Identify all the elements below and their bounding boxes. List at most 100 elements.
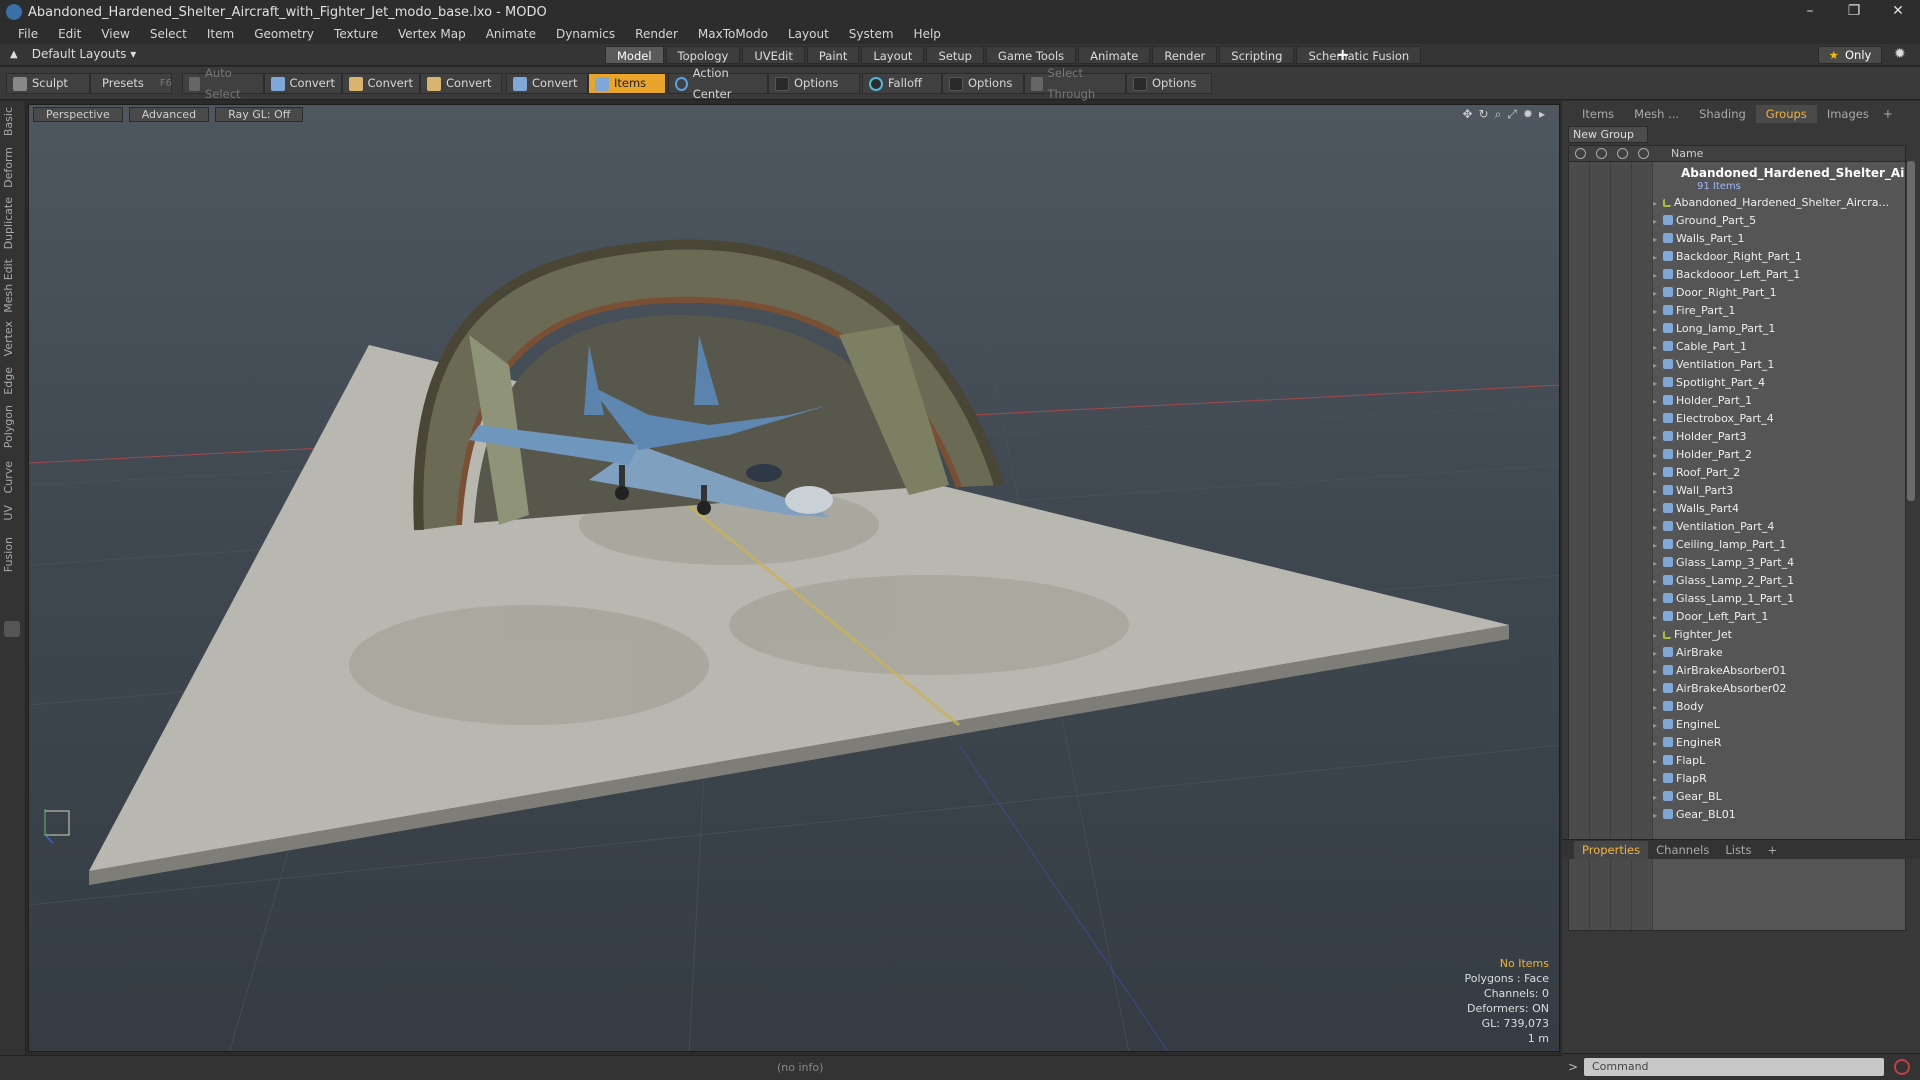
convert-button-3[interactable]: Convert (420, 73, 502, 94)
tab-mesh-edit[interactable]: Mesh Edit (2, 259, 24, 313)
expand-arrow-icon[interactable]: ▸ (1653, 411, 1663, 428)
list-item[interactable]: ▸ Wall_Part3 (1653, 482, 1903, 500)
gear-icon[interactable]: ✹ (1894, 46, 1906, 62)
menu-file[interactable]: File (8, 24, 48, 44)
menu-vertex-map[interactable]: Vertex Map (388, 24, 476, 44)
collapse-arrow-icon[interactable]: ▲ (10, 49, 18, 60)
only-button[interactable]: ★ Only (1818, 46, 1882, 64)
list-item[interactable]: ▸ Ventilation_Part_4 (1653, 518, 1903, 536)
convert-button-2[interactable]: Convert (342, 73, 420, 94)
list-item[interactable]: ▸ Roof_Part_2 (1653, 464, 1903, 482)
rotate-icon[interactable]: ↻ (1479, 107, 1489, 122)
list-item[interactable]: ▸ Holder_Part_1 (1653, 392, 1903, 410)
expand-arrow-icon[interactable]: ▸ (1653, 771, 1663, 788)
expand-arrow-icon[interactable]: ▸ (1653, 321, 1663, 338)
list-item[interactable]: ▸ Gear_BL01 (1653, 806, 1903, 824)
tab-paint[interactable]: Paint (806, 46, 860, 64)
menu-help[interactable]: Help (904, 24, 951, 44)
tab-uv[interactable]: UV (2, 505, 24, 521)
command-input[interactable]: Command (1584, 1058, 1884, 1076)
menu-edit[interactable]: Edit (48, 24, 91, 44)
tab-scripting[interactable]: Scripting (1219, 46, 1295, 64)
menu-maxtomodo[interactable]: MaxToModo (688, 24, 778, 44)
menu-dynamics[interactable]: Dynamics (546, 24, 625, 44)
tab-fusion[interactable]: Fusion (2, 537, 24, 572)
expand-arrow-icon[interactable]: ▸ (1653, 681, 1663, 698)
tab-schematic-fusion[interactable]: Schematic Fusion (1296, 46, 1422, 64)
action-center-button[interactable]: Action Center (668, 66, 768, 101)
list-item[interactable]: ▸ Holder_Part3 (1653, 428, 1903, 446)
list-item[interactable]: ▸ AirBrakeAbsorber02 (1653, 680, 1903, 698)
expand-arrow-icon[interactable]: ▸ (1653, 375, 1663, 392)
items-button[interactable]: Items (588, 73, 666, 94)
list-item[interactable]: ▸ Electrobox_Part_4 (1653, 410, 1903, 428)
list-item[interactable]: ▸ EngineL (1653, 716, 1903, 734)
auto-select-button[interactable]: Auto Select (182, 66, 264, 101)
eye-icon[interactable] (1575, 148, 1586, 159)
expand-arrow-icon[interactable]: ▸ (1653, 753, 1663, 770)
select-through-button[interactable]: Select Through (1024, 66, 1126, 101)
group-list[interactable]: Name Abandoned_Hardened_Shelter_Ai ... 91… (1568, 145, 1906, 931)
tab-deform[interactable]: Deform (2, 147, 24, 188)
list-item[interactable]: ▸ Gear_BL (1653, 788, 1903, 806)
tab-animate[interactable]: Animate (1078, 46, 1151, 64)
new-group-button[interactable]: New Group (1568, 126, 1648, 143)
add-properties-tab-button[interactable]: + (1759, 841, 1785, 859)
tab-polygon[interactable]: Polygon (2, 405, 24, 448)
list-item[interactable]: ▸ Spotlight_Part_4 (1653, 374, 1903, 392)
list-item[interactable]: ▸ AirBrake (1653, 644, 1903, 662)
list-item[interactable]: ▸ Glass_Lamp_3_Part_4 (1653, 554, 1903, 572)
expand-arrow-icon[interactable]: ▸ (1653, 591, 1663, 608)
expand-arrow-icon[interactable]: ▸ (1653, 627, 1663, 644)
expand-arrow-icon[interactable]: ▸ (1653, 555, 1663, 572)
3d-viewport[interactable]: Perspective Advanced Ray GL: Off ✥ ↻ ⌕ ⤢… (28, 104, 1560, 1052)
expand-arrow-icon[interactable]: ▸ (1653, 807, 1663, 824)
viewport-settings-icon[interactable]: ✹ (1523, 107, 1533, 122)
shading-button[interactable]: Advanced (128, 107, 210, 122)
list-item[interactable]: ▸ Walls_Part_1 (1653, 230, 1903, 248)
expand-arrow-icon[interactable]: ▸ (1653, 465, 1663, 482)
tab-properties[interactable]: Properties (1574, 840, 1649, 859)
add-tab-button[interactable]: + (1336, 45, 1349, 64)
tab-images[interactable]: Images (1817, 105, 1879, 123)
expand-arrow-icon[interactable]: ▸ (1653, 501, 1663, 518)
list-item[interactable]: ▸ Backdooor_Left_Part_1 (1653, 266, 1903, 284)
raygl-button[interactable]: Ray GL: Off (215, 107, 304, 122)
convert-button-4[interactable]: Convert (506, 73, 588, 94)
menu-animate[interactable]: Animate (476, 24, 546, 44)
tab-items[interactable]: Items (1572, 105, 1624, 123)
tab-vertex[interactable]: Vertex (2, 321, 24, 356)
list-item[interactable]: ▸ Body (1653, 698, 1903, 716)
expand-arrow-icon[interactable]: ▸ (1653, 573, 1663, 590)
expand-arrow-icon[interactable]: ▸ (1653, 537, 1663, 554)
list-item[interactable]: ▸ Walls_Part4 (1653, 500, 1903, 518)
list-item[interactable]: ▸ Ventilation_Part_1 (1653, 356, 1903, 374)
select-icon[interactable] (1638, 148, 1649, 159)
expand-arrow-icon[interactable]: ▸ (1653, 609, 1663, 626)
expand-arrow-icon[interactable]: ▸ (1653, 645, 1663, 662)
menu-geometry[interactable]: Geometry (244, 24, 324, 44)
expand-arrow-icon[interactable]: ▸ (1653, 267, 1663, 284)
fit-icon[interactable]: ⤢ (1507, 107, 1517, 122)
list-item[interactable]: ▸ AirBrakeAbsorber01 (1653, 662, 1903, 680)
expand-arrow-icon[interactable]: ▸ (1653, 249, 1663, 266)
add-panel-tab-button[interactable]: + (1883, 107, 1893, 121)
expand-arrow-icon[interactable]: ▸ (1653, 663, 1663, 680)
list-item[interactable]: ▸ Fire_Part_1 (1653, 302, 1903, 320)
expand-arrow-icon[interactable]: ▸ (1653, 213, 1663, 230)
lock-icon[interactable] (1617, 148, 1628, 159)
options-button-2[interactable]: Options (942, 73, 1024, 94)
list-item[interactable]: ▸ Ceiling_lamp_Part_1 (1653, 536, 1903, 554)
convert-button-1[interactable]: Convert (264, 73, 342, 94)
tab-basic[interactable]: Basic (2, 107, 24, 136)
expand-arrow-icon[interactable]: ▸ (1653, 303, 1663, 320)
close-button[interactable]: ✕ (1876, 0, 1920, 24)
options-button-3[interactable]: Options (1126, 73, 1212, 94)
expand-arrow-icon[interactable]: ▸ (1653, 447, 1663, 464)
sculpt-button[interactable]: Sculpt (6, 73, 90, 94)
tab-topology[interactable]: Topology (665, 46, 741, 64)
panel-toggle-icon[interactable] (4, 621, 20, 637)
list-item[interactable]: ▸ Cable_Part_1 (1653, 338, 1903, 356)
group-list-scrollbar[interactable] (1907, 161, 1915, 501)
presets-button[interactable]: Presets F6 (90, 73, 172, 94)
